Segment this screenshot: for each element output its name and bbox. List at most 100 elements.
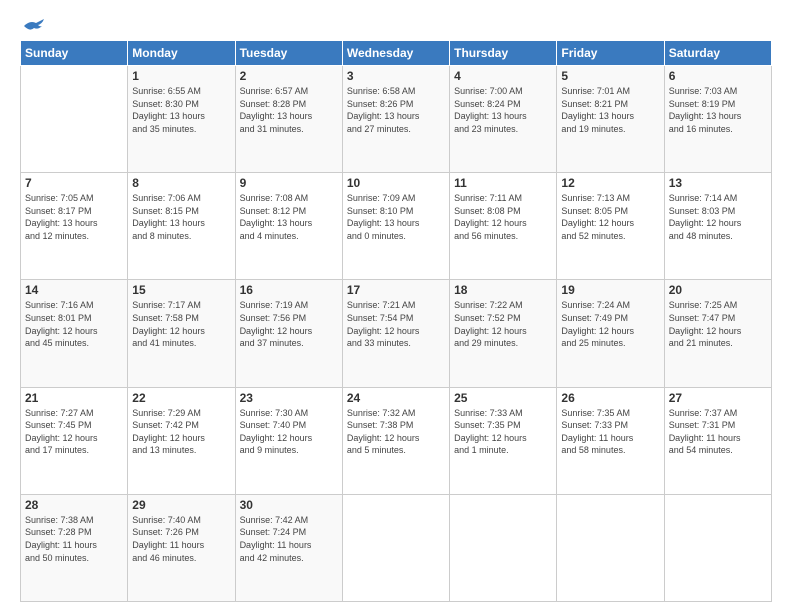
calendar-cell: 26 Sunrise: 7:35 AM Sunset: 7:33 PM Dayli… <box>557 387 664 494</box>
calendar-cell: 24 Sunrise: 7:32 AM Sunset: 7:38 PM Dayli… <box>342 387 449 494</box>
calendar-cell: 22Sunrise: 7:29 AM Sunset: 7:42 PM Dayli… <box>128 387 235 494</box>
col-saturday: Saturday <box>664 41 771 66</box>
day-info: Sunrise: 7:38 AM Sunset: 7:28 PM Dayligh… <box>25 514 123 564</box>
day-info: Sunrise: 7:06 AM Sunset: 8:15 PM Dayligh… <box>132 192 230 242</box>
calendar-week-3: 14Sunrise: 7:16 AM Sunset: 8:01 PM Dayli… <box>21 280 772 387</box>
col-monday: Monday <box>128 41 235 66</box>
day-number: 14 <box>25 283 123 297</box>
calendar-cell: 12 Sunrise: 7:13 AM Sunset: 8:05 PM Dayli… <box>557 173 664 280</box>
calendar-week-1: 1 Sunrise: 6:55 AM Sunset: 8:30 PM Daylig… <box>21 66 772 173</box>
calendar-cell: 8 Sunrise: 7:06 AM Sunset: 8:15 PM Daylig… <box>128 173 235 280</box>
day-info: Sunrise: 7:25 AM Sunset: 7:47 PM Dayligh… <box>669 299 767 349</box>
calendar-cell: 1 Sunrise: 6:55 AM Sunset: 8:30 PM Daylig… <box>128 66 235 173</box>
calendar-cell: 7Sunrise: 7:05 AM Sunset: 8:17 PM Daylig… <box>21 173 128 280</box>
day-number: 26 <box>561 391 659 405</box>
day-info: Sunrise: 7:42 AM Sunset: 7:24 PM Dayligh… <box>240 514 338 564</box>
day-number: 29 <box>132 498 230 512</box>
calendar-cell: 16 Sunrise: 7:19 AM Sunset: 7:56 PM Dayli… <box>235 280 342 387</box>
header-row: Sunday Monday Tuesday Wednesday Thursday… <box>21 41 772 66</box>
calendar-cell: 6 Sunrise: 7:03 AM Sunset: 8:19 PM Daylig… <box>664 66 771 173</box>
day-info: Sunrise: 7:09 AM Sunset: 8:10 PM Dayligh… <box>347 192 445 242</box>
day-number: 2 <box>240 69 338 83</box>
calendar-cell: 30 Sunrise: 7:42 AM Sunset: 7:24 PM Dayli… <box>235 494 342 601</box>
day-number: 23 <box>240 391 338 405</box>
day-info: Sunrise: 7:01 AM Sunset: 8:21 PM Dayligh… <box>561 85 659 135</box>
day-info: Sunrise: 7:14 AM Sunset: 8:03 PM Dayligh… <box>669 192 767 242</box>
col-sunday: Sunday <box>21 41 128 66</box>
logo-bird-icon <box>22 18 44 34</box>
calendar-cell: 28 Sunrise: 7:38 AM Sunset: 7:28 PM Dayli… <box>21 494 128 601</box>
calendar-cell <box>664 494 771 601</box>
calendar-cell: 21 Sunrise: 7:27 AM Sunset: 7:45 PM Dayli… <box>21 387 128 494</box>
day-number: 24 <box>347 391 445 405</box>
day-number: 12 <box>561 176 659 190</box>
day-info: Sunrise: 7:35 AM Sunset: 7:33 PM Dayligh… <box>561 407 659 457</box>
day-info: Sunrise: 6:55 AM Sunset: 8:30 PM Dayligh… <box>132 85 230 135</box>
day-number: 17 <box>347 283 445 297</box>
calendar-cell: 15 Sunrise: 7:17 AM Sunset: 7:58 PM Dayli… <box>128 280 235 387</box>
day-info: Sunrise: 7:13 AM Sunset: 8:05 PM Dayligh… <box>561 192 659 242</box>
day-info: Sunrise: 7:03 AM Sunset: 8:19 PM Dayligh… <box>669 85 767 135</box>
logo <box>20 18 44 30</box>
day-number: 21 <box>25 391 123 405</box>
calendar-week-5: 28 Sunrise: 7:38 AM Sunset: 7:28 PM Dayli… <box>21 494 772 601</box>
day-info: Sunrise: 7:22 AM Sunset: 7:52 PM Dayligh… <box>454 299 552 349</box>
day-number: 5 <box>561 69 659 83</box>
day-number: 16 <box>240 283 338 297</box>
calendar-cell: 25Sunrise: 7:33 AM Sunset: 7:35 PM Dayli… <box>450 387 557 494</box>
day-info: Sunrise: 7:32 AM Sunset: 7:38 PM Dayligh… <box>347 407 445 457</box>
col-wednesday: Wednesday <box>342 41 449 66</box>
day-number: 18 <box>454 283 552 297</box>
calendar-cell: 4Sunrise: 7:00 AM Sunset: 8:24 PM Daylig… <box>450 66 557 173</box>
day-number: 30 <box>240 498 338 512</box>
day-info: Sunrise: 7:19 AM Sunset: 7:56 PM Dayligh… <box>240 299 338 349</box>
calendar-cell: 9Sunrise: 7:08 AM Sunset: 8:12 PM Daylig… <box>235 173 342 280</box>
calendar-cell: 29 Sunrise: 7:40 AM Sunset: 7:26 PM Dayli… <box>128 494 235 601</box>
calendar-cell: 20 Sunrise: 7:25 AM Sunset: 7:47 PM Dayli… <box>664 280 771 387</box>
header <box>20 18 772 30</box>
day-info: Sunrise: 7:27 AM Sunset: 7:45 PM Dayligh… <box>25 407 123 457</box>
day-number: 28 <box>25 498 123 512</box>
calendar-cell: 2Sunrise: 6:57 AM Sunset: 8:28 PM Daylig… <box>235 66 342 173</box>
col-friday: Friday <box>557 41 664 66</box>
col-tuesday: Tuesday <box>235 41 342 66</box>
calendar-cell <box>450 494 557 601</box>
day-number: 25 <box>454 391 552 405</box>
day-number: 3 <box>347 69 445 83</box>
calendar-cell <box>21 66 128 173</box>
day-number: 9 <box>240 176 338 190</box>
day-info: Sunrise: 7:40 AM Sunset: 7:26 PM Dayligh… <box>132 514 230 564</box>
day-info: Sunrise: 6:58 AM Sunset: 8:26 PM Dayligh… <box>347 85 445 135</box>
col-thursday: Thursday <box>450 41 557 66</box>
calendar-cell: 27 Sunrise: 7:37 AM Sunset: 7:31 PM Dayli… <box>664 387 771 494</box>
day-info: Sunrise: 7:24 AM Sunset: 7:49 PM Dayligh… <box>561 299 659 349</box>
calendar-cell: 19Sunrise: 7:24 AM Sunset: 7:49 PM Dayli… <box>557 280 664 387</box>
calendar-week-4: 21 Sunrise: 7:27 AM Sunset: 7:45 PM Dayli… <box>21 387 772 494</box>
calendar-cell: 3 Sunrise: 6:58 AM Sunset: 8:26 PM Daylig… <box>342 66 449 173</box>
day-info: Sunrise: 7:37 AM Sunset: 7:31 PM Dayligh… <box>669 407 767 457</box>
calendar-week-2: 7Sunrise: 7:05 AM Sunset: 8:17 PM Daylig… <box>21 173 772 280</box>
calendar-cell: 23 Sunrise: 7:30 AM Sunset: 7:40 PM Dayli… <box>235 387 342 494</box>
day-number: 8 <box>132 176 230 190</box>
day-number: 15 <box>132 283 230 297</box>
day-info: Sunrise: 7:29 AM Sunset: 7:42 PM Dayligh… <box>132 407 230 457</box>
day-number: 4 <box>454 69 552 83</box>
day-info: Sunrise: 7:11 AM Sunset: 8:08 PM Dayligh… <box>454 192 552 242</box>
calendar-cell <box>342 494 449 601</box>
calendar-cell: 14Sunrise: 7:16 AM Sunset: 8:01 PM Dayli… <box>21 280 128 387</box>
calendar-cell: 17 Sunrise: 7:21 AM Sunset: 7:54 PM Dayli… <box>342 280 449 387</box>
calendar-cell: 10 Sunrise: 7:09 AM Sunset: 8:10 PM Dayli… <box>342 173 449 280</box>
day-info: Sunrise: 7:30 AM Sunset: 7:40 PM Dayligh… <box>240 407 338 457</box>
day-number: 20 <box>669 283 767 297</box>
calendar-cell <box>557 494 664 601</box>
calendar-table: Sunday Monday Tuesday Wednesday Thursday… <box>20 40 772 602</box>
day-number: 1 <box>132 69 230 83</box>
day-number: 13 <box>669 176 767 190</box>
page: Sunday Monday Tuesday Wednesday Thursday… <box>0 0 792 612</box>
day-info: Sunrise: 7:05 AM Sunset: 8:17 PM Dayligh… <box>25 192 123 242</box>
day-number: 27 <box>669 391 767 405</box>
day-number: 6 <box>669 69 767 83</box>
day-number: 10 <box>347 176 445 190</box>
day-info: Sunrise: 7:17 AM Sunset: 7:58 PM Dayligh… <box>132 299 230 349</box>
day-info: Sunrise: 7:21 AM Sunset: 7:54 PM Dayligh… <box>347 299 445 349</box>
